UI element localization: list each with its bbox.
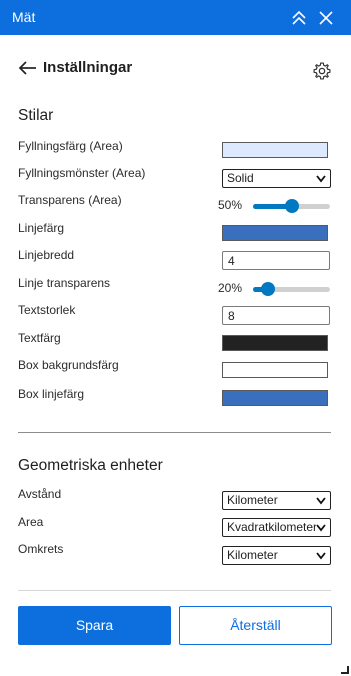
text-color-swatch[interactable] bbox=[222, 335, 328, 351]
line-width-label: Linjebredd bbox=[18, 248, 75, 262]
chevron-down-icon bbox=[316, 175, 326, 183]
window-title: Mät bbox=[12, 9, 36, 25]
collapse-icon[interactable] bbox=[290, 9, 308, 27]
area-label: Area bbox=[18, 515, 44, 529]
section-divider bbox=[18, 432, 331, 433]
distance-unit-select[interactable]: Kilometer bbox=[222, 491, 331, 510]
box-bg-color-label: Box bakgrundsfärg bbox=[18, 358, 119, 372]
fill-transparency-slider[interactable] bbox=[253, 198, 330, 214]
styles-section-title: Stilar bbox=[18, 107, 54, 124]
line-transparency-label: Linje transparens bbox=[18, 276, 111, 290]
save-button[interactable]: Spara bbox=[18, 606, 171, 645]
slider-thumb[interactable] bbox=[284, 199, 299, 213]
page-title: Inställningar bbox=[43, 59, 133, 76]
distance-unit-value: Kilometer bbox=[227, 493, 278, 507]
text-color-label: Textfärg bbox=[18, 331, 61, 345]
fill-color-label: Fyllningsfärg (Area) bbox=[18, 139, 123, 153]
distance-label: Avstånd bbox=[18, 487, 62, 501]
perimeter-unit-select[interactable]: Kilometer bbox=[222, 546, 331, 565]
fill-transparency-value: 50% bbox=[218, 198, 243, 212]
box-line-color-swatch[interactable] bbox=[222, 390, 328, 406]
fill-pattern-select[interactable]: Solid bbox=[222, 169, 331, 188]
fill-color-swatch[interactable] bbox=[222, 142, 328, 158]
slider-thumb[interactable] bbox=[261, 282, 276, 296]
box-line-color-label: Box linjefärg bbox=[18, 387, 85, 401]
gear-icon[interactable] bbox=[312, 61, 332, 81]
close-icon[interactable] bbox=[317, 9, 335, 27]
settings-header: Inställningar bbox=[18, 56, 334, 82]
fill-pattern-label: Fyllningsmönster (Area) bbox=[18, 166, 146, 180]
chevron-down-icon bbox=[316, 523, 326, 532]
line-width-input[interactable]: 4 bbox=[222, 251, 330, 270]
title-bar: Mät bbox=[0, 0, 351, 35]
resize-handle-icon[interactable] bbox=[341, 666, 349, 674]
line-color-swatch[interactable] bbox=[222, 225, 328, 241]
chevron-down-icon bbox=[316, 497, 326, 505]
area-unit-value: Kvadratkilometer bbox=[227, 520, 318, 534]
chevron-down-icon bbox=[316, 552, 326, 560]
back-arrow-icon[interactable] bbox=[18, 58, 38, 78]
reset-button[interactable]: Återställ bbox=[179, 606, 332, 645]
perimeter-unit-value: Kilometer bbox=[227, 548, 278, 562]
box-bg-color-swatch[interactable] bbox=[222, 362, 328, 378]
footer-divider bbox=[18, 590, 331, 591]
line-transparency-value: 20% bbox=[218, 281, 243, 295]
text-size-input[interactable]: 8 bbox=[222, 306, 330, 325]
line-color-label: Linjefärg bbox=[18, 221, 65, 235]
fill-pattern-value: Solid bbox=[227, 171, 254, 185]
units-section-title: Geometriska enheter bbox=[18, 457, 163, 474]
text-size-label: Textstorlek bbox=[18, 303, 76, 317]
area-unit-select[interactable]: Kvadratkilometer bbox=[222, 518, 331, 537]
perimeter-label: Omkrets bbox=[18, 542, 64, 556]
fill-transparency-label: Transparens (Area) bbox=[18, 193, 122, 207]
line-transparency-slider[interactable] bbox=[253, 281, 330, 297]
